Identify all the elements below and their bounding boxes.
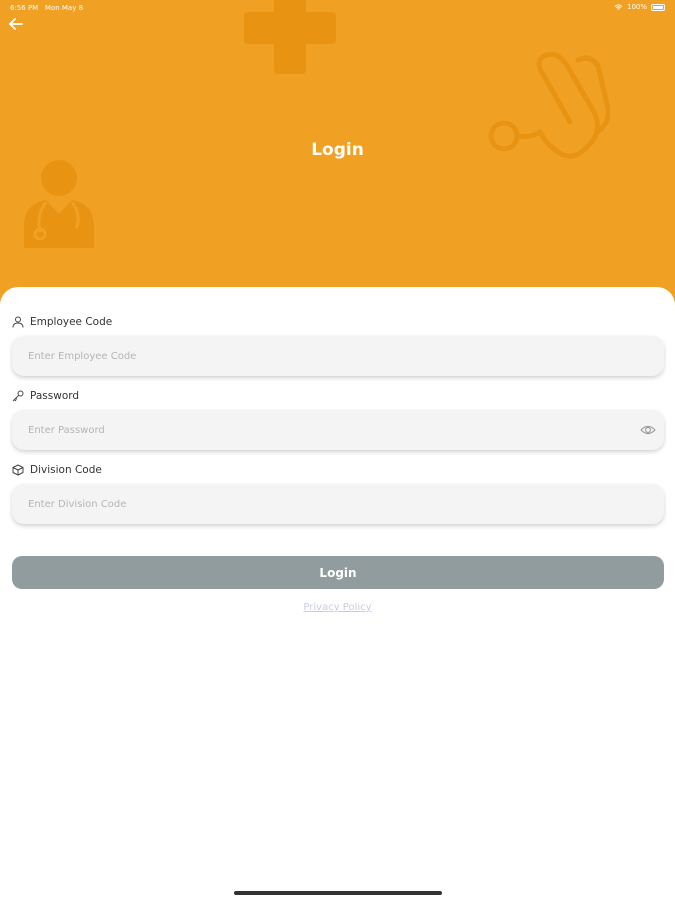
password-label-text: Password (30, 390, 80, 402)
key-icon (12, 390, 24, 402)
employee-code-input[interactable] (12, 336, 664, 376)
battery-icon (651, 3, 665, 11)
battery-percent: 100% (626, 3, 647, 11)
user-icon (12, 316, 24, 328)
status-bar: 6:56 PM Mon May 8 100% (0, 0, 675, 16)
cube-icon (12, 464, 24, 476)
home-indicator (234, 891, 442, 895)
header-banner: 6:56 PM Mon May 8 100% Login (0, 0, 675, 310)
employee-code-label: Employee Code (12, 316, 112, 328)
eye-icon[interactable] (640, 423, 656, 437)
password-input[interactable] (12, 410, 664, 450)
password-label: Password (12, 390, 79, 402)
login-card (0, 287, 675, 900)
employee-code-field[interactable] (12, 336, 664, 376)
doctor-icon (24, 160, 94, 248)
back-button[interactable] (6, 14, 26, 34)
medical-cross-icon (244, 0, 336, 74)
status-time: 6:56 PM Mon May 8 (10, 4, 84, 12)
password-field[interactable] (12, 410, 664, 450)
wifi-icon (614, 3, 623, 10)
division-code-input[interactable] (12, 484, 664, 524)
privacy-policy-link[interactable]: Privacy Policy (0, 602, 675, 613)
login-button[interactable]: Login (12, 556, 664, 589)
division-code-label-text: Division Code (30, 464, 102, 476)
division-code-label: Division Code (12, 464, 102, 476)
page-title: Login (311, 140, 364, 160)
employee-code-label-text: Employee Code (30, 316, 113, 328)
arrow-left-icon (9, 18, 23, 30)
division-code-field[interactable] (12, 484, 664, 524)
status-indicators: 100% (614, 3, 665, 11)
